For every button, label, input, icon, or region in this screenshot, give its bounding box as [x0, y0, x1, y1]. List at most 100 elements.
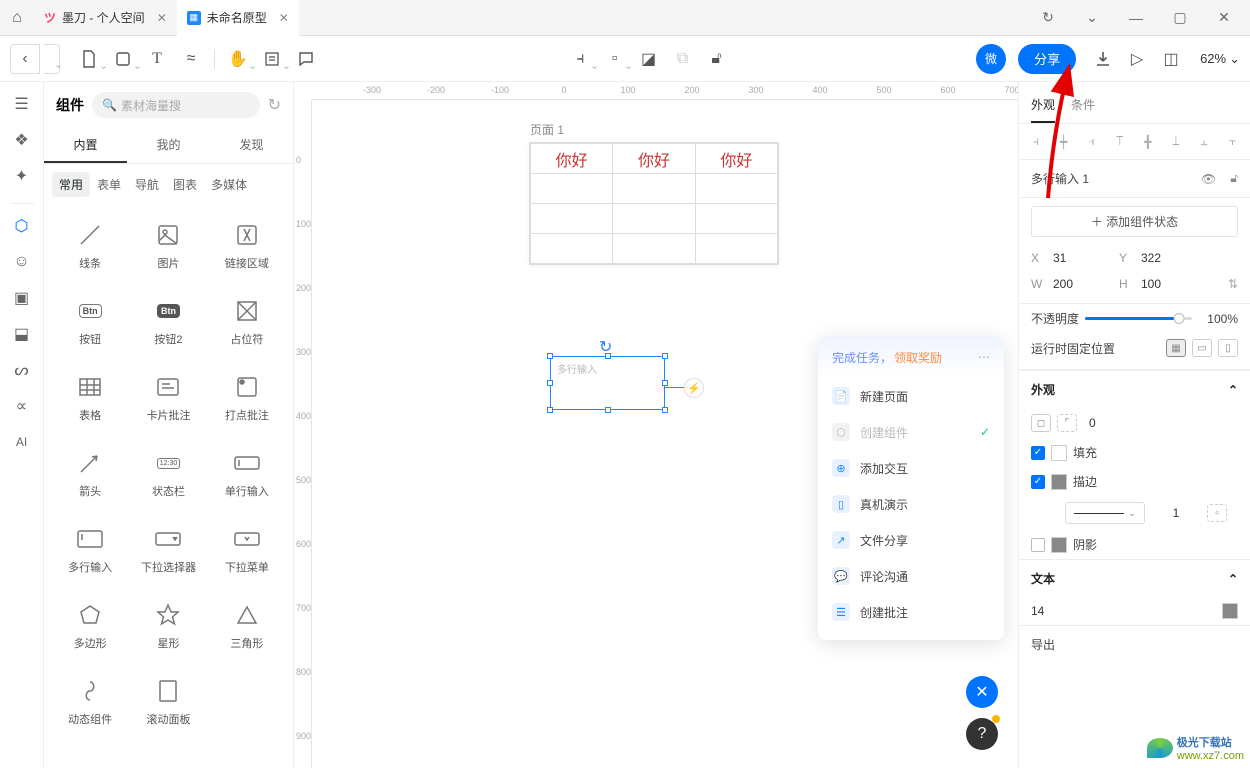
- task-comment[interactable]: 💬评论沟通: [818, 558, 1004, 594]
- cat-media[interactable]: 多媒体: [204, 172, 254, 197]
- fix-v[interactable]: ▯: [1218, 339, 1238, 357]
- comp-triangle[interactable]: 三角形: [211, 591, 283, 661]
- page-tool[interactable]: [74, 44, 104, 74]
- link-tool[interactable]: ≈: [176, 44, 206, 74]
- comp-image[interactable]: 图片: [132, 211, 204, 281]
- minimize-icon[interactable]: —: [1118, 2, 1154, 34]
- shape-tool[interactable]: [108, 44, 138, 74]
- radius-indep-icon[interactable]: ⌜: [1057, 414, 1077, 432]
- text-color-swatch[interactable]: [1222, 603, 1238, 619]
- task-create-comp[interactable]: ⬡创建组件✓: [818, 414, 1004, 450]
- task-share[interactable]: ↗文件分享: [818, 522, 1004, 558]
- align-right-icon[interactable]: ⫣: [1086, 132, 1097, 151]
- back-button[interactable]: ‹: [10, 44, 40, 74]
- fill-swatch[interactable]: [1051, 445, 1067, 461]
- subtab-mine[interactable]: 我的: [127, 128, 210, 163]
- combine-tool[interactable]: ◪: [634, 44, 664, 74]
- comp-status[interactable]: 12:30状态栏: [132, 439, 204, 509]
- chevron-down-icon[interactable]: ⌄: [1074, 2, 1110, 34]
- lock-icon[interactable]: 🔓︎: [1230, 171, 1238, 186]
- opacity-slider[interactable]: [1085, 317, 1192, 320]
- h-field[interactable]: [1141, 277, 1201, 291]
- layout-icon[interactable]: ◫: [1156, 44, 1186, 74]
- cat-form[interactable]: 表单: [90, 172, 128, 197]
- comp-single-input[interactable]: 单行输入: [211, 439, 283, 509]
- play-icon[interactable]: ▷: [1122, 44, 1152, 74]
- image-icon[interactable]: ▣: [8, 284, 36, 312]
- w-field[interactable]: [1053, 277, 1113, 291]
- eye-icon[interactable]: 👁: [1201, 172, 1216, 186]
- distribute-tool[interactable]: ▫: [600, 44, 630, 74]
- dist-v-icon[interactable]: ⫟: [1227, 132, 1238, 151]
- comp-menu[interactable]: 下拉菜单: [211, 515, 283, 585]
- close-icon[interactable]: ✕: [279, 11, 289, 25]
- fab-close[interactable]: ✕: [966, 676, 998, 708]
- comp-arrow[interactable]: 箭头: [54, 439, 126, 509]
- text-tool[interactable]: T: [142, 44, 172, 74]
- comp-line[interactable]: 线条: [54, 211, 126, 281]
- stroke-checkbox[interactable]: ✓: [1031, 475, 1045, 489]
- more-icon[interactable]: ⋯: [978, 350, 990, 364]
- opacity-value[interactable]: 100%: [1198, 312, 1238, 326]
- refresh-icon[interactable]: ↻: [1030, 2, 1066, 34]
- history-icon[interactable]: ↻: [268, 95, 281, 115]
- fix-h[interactable]: ▭: [1192, 339, 1212, 357]
- interaction-node[interactable]: ⚡: [684, 378, 704, 398]
- artboard-page1[interactable]: 页面 1 你好你好你好: [529, 142, 779, 265]
- align-left-tool[interactable]: ⫞: [566, 44, 596, 74]
- close-window-icon[interactable]: ✕: [1206, 2, 1242, 34]
- selected-textarea[interactable]: 多行输入: [550, 356, 665, 410]
- task-preview[interactable]: ▯真机演示: [818, 486, 1004, 522]
- tab-prototype[interactable]: ▦ 未命名原型 ✕: [177, 0, 299, 36]
- maximize-icon[interactable]: ▢: [1162, 2, 1198, 34]
- micro-badge[interactable]: 微: [976, 44, 1006, 74]
- close-icon[interactable]: ✕: [157, 11, 167, 25]
- stroke-width-field[interactable]: [1161, 506, 1191, 520]
- comp-star[interactable]: 星形: [132, 591, 204, 661]
- align-hcenter-icon[interactable]: ┿: [1058, 133, 1069, 151]
- cat-chart[interactable]: 图表: [166, 172, 204, 197]
- share-rail-icon[interactable]: ∝: [8, 392, 36, 420]
- add-state-button[interactable]: ＋ 添加组件状态: [1031, 206, 1238, 237]
- code-icon[interactable]: ⬓: [8, 320, 36, 348]
- shadow-swatch[interactable]: [1051, 537, 1067, 553]
- task-annotate[interactable]: ☰创建批注: [818, 594, 1004, 630]
- cat-common[interactable]: 常用: [52, 172, 90, 197]
- branch-icon[interactable]: ᔕ: [8, 356, 36, 384]
- comp-placeholder[interactable]: 占位符: [211, 287, 283, 357]
- stroke-swatch[interactable]: [1051, 474, 1067, 490]
- task-add-interact[interactable]: ⊕添加交互: [818, 450, 1004, 486]
- cat-nav[interactable]: 导航: [128, 172, 166, 197]
- back-dropdown[interactable]: [44, 44, 60, 74]
- align-bottom-icon[interactable]: ⟘: [1170, 132, 1181, 151]
- stroke-pos-icon[interactable]: ▫: [1207, 504, 1227, 522]
- link-wh-icon[interactable]: ⇅: [1228, 277, 1238, 291]
- appearance-section[interactable]: 外观⌃: [1019, 370, 1250, 408]
- dist-h-icon[interactable]: ⫠: [1198, 132, 1209, 151]
- artboard-title[interactable]: 页面 1: [530, 121, 564, 138]
- comp-multi-input[interactable]: 多行输入: [54, 515, 126, 585]
- hand-tool[interactable]: ✋: [223, 44, 253, 74]
- y-field[interactable]: [1141, 251, 1201, 265]
- align-top-icon[interactable]: ⟙: [1114, 132, 1125, 151]
- subtab-discover[interactable]: 发现: [210, 128, 293, 163]
- tab-workspace[interactable]: ツ 墨刀 - 个人空间 ✕: [34, 0, 177, 36]
- comp-dynamic[interactable]: 动态组件: [54, 667, 126, 737]
- note-tool[interactable]: [257, 44, 287, 74]
- canvas-table[interactable]: 你好你好你好: [530, 143, 778, 264]
- comp-card[interactable]: 卡片批注: [132, 363, 204, 433]
- assets-icon[interactable]: ✦: [8, 162, 36, 190]
- stroke-style[interactable]: ⌄: [1065, 502, 1145, 524]
- home-icon[interactable]: ⌂: [0, 0, 34, 36]
- align-left-icon[interactable]: ⫞: [1031, 132, 1041, 151]
- comp-link[interactable]: 链接区域: [211, 211, 283, 281]
- task-new-page[interactable]: 📄新建页面: [818, 378, 1004, 414]
- export-label[interactable]: 导出: [1031, 636, 1055, 653]
- comp-button2[interactable]: Btn按钮2: [132, 287, 204, 357]
- rp-tab-appearance[interactable]: 外观: [1031, 90, 1055, 123]
- comp-dot[interactable]: 打点批注: [211, 363, 283, 433]
- radius-field[interactable]: [1089, 416, 1149, 430]
- align-vcenter-icon[interactable]: ╋: [1142, 133, 1153, 151]
- comp-polygon[interactable]: 多边形: [54, 591, 126, 661]
- x-field[interactable]: [1053, 251, 1113, 265]
